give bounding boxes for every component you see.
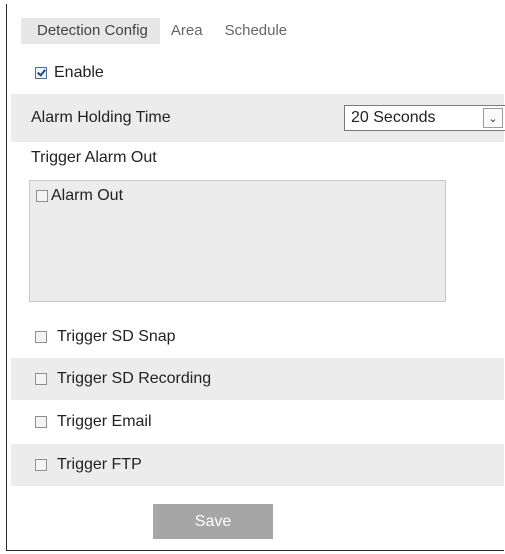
tab-bar: Detection Config Area Schedule xyxy=(21,18,298,44)
trigger-sd-recording-label: Trigger SD Recording xyxy=(57,370,212,387)
alarm-holding-row: Alarm Holding Time 20 Seconds ⌄ xyxy=(11,94,505,142)
trigger-alarm-out-label: Trigger Alarm Out xyxy=(31,149,157,166)
chevron-down-icon[interactable]: ⌄ xyxy=(483,108,503,128)
trigger-sd-snap-row: Trigger SD Snap xyxy=(11,318,504,356)
trigger-sd-recording-row: Trigger SD Recording xyxy=(11,358,504,400)
enable-label: Enable xyxy=(54,64,104,81)
trigger-sd-recording-checkbox[interactable] xyxy=(35,373,47,385)
enable-row: Enable xyxy=(11,58,504,88)
tab-area[interactable]: Area xyxy=(160,18,214,44)
tab-detection-config[interactable]: Detection Config xyxy=(21,18,160,44)
alarm-holding-select[interactable]: 20 Seconds ⌄ xyxy=(344,105,505,131)
alarm-out-checkbox[interactable] xyxy=(36,190,48,202)
alarm-out-list: Alarm Out xyxy=(29,180,446,302)
alarm-holding-label: Alarm Holding Time xyxy=(31,109,171,126)
trigger-sd-snap-checkbox[interactable] xyxy=(35,331,47,343)
trigger-sd-snap-label: Trigger SD Snap xyxy=(57,328,176,345)
enable-checkbox[interactable] xyxy=(35,67,47,79)
alarm-out-label: Alarm Out xyxy=(51,187,124,204)
trigger-ftp-label: Trigger FTP xyxy=(57,456,142,473)
trigger-email-row: Trigger Email xyxy=(11,402,504,442)
tab-schedule[interactable]: Schedule xyxy=(214,18,299,44)
alarm-holding-value: 20 Seconds xyxy=(351,109,436,126)
trigger-email-checkbox[interactable] xyxy=(35,416,47,428)
trigger-ftp-checkbox[interactable] xyxy=(35,459,47,471)
trigger-email-label: Trigger Email xyxy=(57,413,152,430)
alarm-out-item: Alarm Out xyxy=(36,187,123,205)
save-button[interactable]: Save xyxy=(153,504,273,539)
trigger-alarm-out-row: Trigger Alarm Out xyxy=(11,144,504,172)
trigger-ftp-row: Trigger FTP xyxy=(11,444,504,486)
